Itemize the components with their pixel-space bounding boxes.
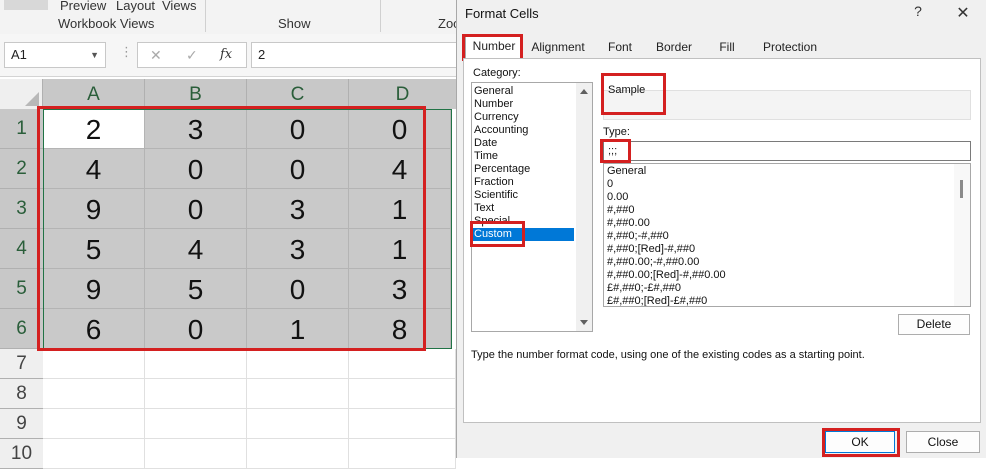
tab-border[interactable]: Border bbox=[650, 36, 698, 58]
highlight-box bbox=[600, 139, 631, 163]
formula-input[interactable]: 2 bbox=[251, 42, 456, 68]
worksheet-grid: A B C D 1 2 3 4 5 6 7 8 9 10 2 3 0 0 4 0… bbox=[0, 79, 456, 469]
cell-empty[interactable] bbox=[349, 409, 456, 439]
format-scrollbar[interactable] bbox=[954, 164, 970, 306]
row-header-10[interactable]: 10 bbox=[0, 439, 43, 469]
formula-buttons: ✕ ✓ fx bbox=[137, 42, 247, 68]
list-item[interactable]: Text bbox=[474, 202, 494, 215]
highlight-box bbox=[822, 428, 900, 457]
ribbon-separator bbox=[380, 0, 381, 32]
list-item[interactable]: General bbox=[474, 85, 513, 98]
list-item[interactable]: 0.00 bbox=[607, 191, 628, 204]
close-icon[interactable]: ✕ bbox=[948, 3, 978, 23]
list-item[interactable]: #,##0 bbox=[607, 204, 635, 217]
list-item[interactable]: Fraction bbox=[474, 176, 514, 189]
name-box-value: A1 bbox=[11, 47, 27, 62]
tab-protection[interactable]: Protection bbox=[755, 36, 825, 58]
format-cells-dialog: Format Cells ? ✕ Number Alignment Font B… bbox=[456, 0, 986, 458]
cell-empty[interactable] bbox=[43, 439, 145, 469]
cell-empty[interactable] bbox=[247, 409, 349, 439]
select-all-corner[interactable] bbox=[0, 79, 43, 109]
type-input[interactable]: ;;; bbox=[603, 141, 971, 161]
list-item[interactable]: Accounting bbox=[474, 124, 528, 137]
list-item[interactable]: £#,##0;-£#,##0 bbox=[607, 282, 681, 295]
cell-empty[interactable] bbox=[349, 349, 456, 379]
column-header-b[interactable]: B bbox=[145, 79, 247, 109]
formula-bar-grip-icon[interactable]: ⋮ bbox=[120, 44, 133, 66]
highlight-box bbox=[601, 73, 666, 115]
list-item[interactable]: #,##0.00;-#,##0.00 bbox=[607, 256, 699, 269]
list-item[interactable]: #,##0;-#,##0 bbox=[607, 230, 669, 243]
cell-empty[interactable] bbox=[145, 439, 247, 469]
hint-text: Type the number format code, using one o… bbox=[471, 349, 865, 361]
row-header-9[interactable]: 9 bbox=[0, 409, 43, 439]
custom-views-button[interactable]: Views bbox=[162, 0, 196, 13]
ribbon: Preview Layout Views Workbook Views Show… bbox=[0, 0, 460, 35]
select-all-icon bbox=[25, 92, 39, 106]
show-group-label: Show bbox=[278, 16, 311, 31]
cell-empty[interactable] bbox=[349, 439, 456, 469]
list-item[interactable]: Number bbox=[474, 98, 513, 111]
tab-font[interactable]: Font bbox=[601, 36, 639, 58]
formula-value: 2 bbox=[258, 47, 266, 62]
page-break-preview-button[interactable]: Preview bbox=[60, 0, 106, 13]
cell-empty[interactable] bbox=[145, 379, 247, 409]
type-label: Type: bbox=[603, 126, 630, 138]
scroll-thumb[interactable] bbox=[960, 180, 963, 198]
formula-bar: A1 ▼ ⋮ ✕ ✓ fx 2 bbox=[0, 34, 456, 77]
cell-empty[interactable] bbox=[145, 409, 247, 439]
cell-empty[interactable] bbox=[247, 349, 349, 379]
close-button[interactable]: Close bbox=[906, 431, 980, 453]
cell-empty[interactable] bbox=[43, 409, 145, 439]
ribbon-separator bbox=[205, 0, 206, 32]
cell-empty[interactable] bbox=[247, 439, 349, 469]
category-label: Category: bbox=[473, 67, 521, 79]
column-header-d[interactable]: D bbox=[349, 79, 456, 109]
cell-empty[interactable] bbox=[247, 379, 349, 409]
list-item[interactable]: Percentage bbox=[474, 163, 530, 176]
scroll-up-icon[interactable] bbox=[580, 89, 588, 94]
list-item[interactable]: Date bbox=[474, 137, 497, 150]
tab-fill[interactable]: Fill bbox=[711, 36, 743, 58]
list-item[interactable]: 0 bbox=[607, 178, 613, 191]
format-code-list[interactable]: General 0 0.00 #,##0 #,##0.00 #,##0;-#,#… bbox=[603, 163, 971, 307]
tab-alignment[interactable]: Alignment bbox=[527, 36, 589, 58]
row-header-7[interactable]: 7 bbox=[0, 349, 43, 379]
workbook-views-group-label: Workbook Views bbox=[58, 16, 155, 31]
list-item[interactable]: Time bbox=[474, 150, 498, 163]
list-item[interactable]: #,##0.00 bbox=[607, 217, 650, 230]
column-header-a[interactable]: A bbox=[43, 79, 145, 109]
category-list[interactable]: General Number Currency Accounting Date … bbox=[471, 82, 593, 332]
list-item[interactable]: Currency bbox=[474, 111, 519, 124]
enter-icon[interactable]: ✓ bbox=[186, 43, 198, 67]
chevron-down-icon[interactable]: ▼ bbox=[90, 43, 99, 67]
help-icon[interactable]: ? bbox=[903, 3, 933, 19]
cancel-icon[interactable]: ✕ bbox=[150, 43, 162, 67]
cell-empty[interactable] bbox=[43, 349, 145, 379]
scroll-down-icon[interactable] bbox=[580, 320, 588, 325]
list-item[interactable]: Scientific bbox=[474, 189, 518, 202]
list-item[interactable]: £#,##0;[Red]-£#,##0 bbox=[607, 295, 707, 306]
name-box[interactable]: A1 ▼ bbox=[4, 42, 106, 68]
category-scrollbar[interactable] bbox=[576, 83, 592, 331]
list-item[interactable]: #,##0.00;[Red]-#,##0.00 bbox=[607, 269, 726, 282]
cell-empty[interactable] bbox=[43, 379, 145, 409]
delete-button[interactable]: Delete bbox=[898, 314, 970, 335]
highlight-box bbox=[470, 221, 525, 247]
cell-empty[interactable] bbox=[145, 349, 247, 379]
insert-function-icon[interactable]: fx bbox=[220, 43, 232, 67]
highlight-box bbox=[37, 106, 426, 351]
page-layout-thumbnail[interactable] bbox=[4, 0, 48, 10]
list-item[interactable]: #,##0;[Red]-#,##0 bbox=[607, 243, 695, 256]
cell-empty[interactable] bbox=[349, 379, 456, 409]
row-header-8[interactable]: 8 bbox=[0, 379, 43, 409]
column-header-c[interactable]: C bbox=[247, 79, 349, 109]
dialog-title: Format Cells bbox=[465, 6, 539, 21]
page-layout-button[interactable]: Layout bbox=[116, 0, 155, 13]
list-item[interactable]: General bbox=[607, 165, 646, 178]
highlight-box bbox=[462, 34, 523, 61]
